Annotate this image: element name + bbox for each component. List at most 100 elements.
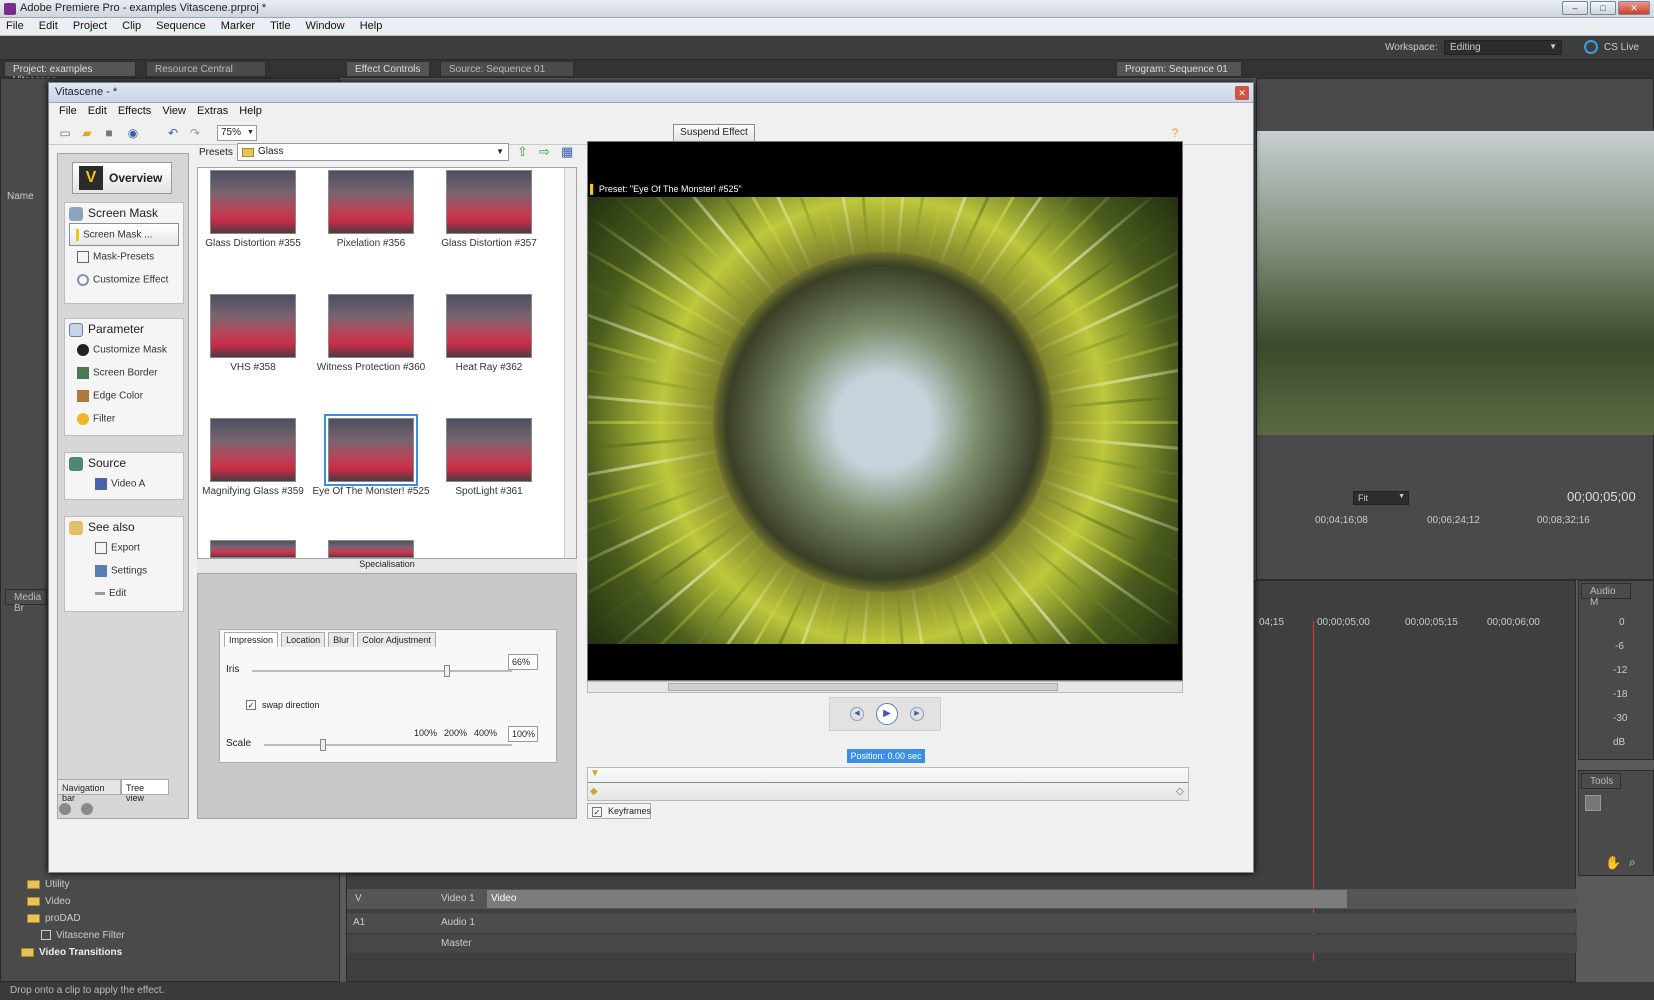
tab-tools[interactable]: Tools	[1581, 773, 1621, 789]
step-forward-icon[interactable]: ▶	[910, 707, 924, 721]
program-timecode[interactable]: 00;00;05;00	[1567, 489, 1636, 504]
see-also-header[interactable]: See also	[65, 517, 183, 537]
iris-value-field[interactable]: 66%	[508, 654, 538, 670]
close-icon[interactable]: ✕	[1618, 1, 1650, 15]
import-preset-icon[interactable]: ⇧	[517, 144, 528, 160]
preset-thumbnail[interactable]	[328, 540, 414, 558]
preset-label[interactable]: Glass Distortion #357	[429, 238, 549, 249]
dlg-menu-file[interactable]: File	[49, 103, 81, 119]
preset-thumbnail[interactable]	[210, 294, 296, 358]
export-item[interactable]: Export	[65, 537, 183, 560]
render-icon[interactable]: ◉	[125, 125, 141, 141]
tab-navigation-bar[interactable]: Navigation bar	[57, 779, 121, 803]
swap-direction-checkbox[interactable]: ✓	[246, 700, 256, 710]
edit-item[interactable]: Edit	[65, 583, 183, 606]
menu-clip[interactable]: Clip	[116, 18, 147, 34]
list-item[interactable]: proDAD	[27, 913, 81, 924]
minimize-icon[interactable]: –	[1562, 1, 1588, 15]
step-back-icon[interactable]: ◀	[850, 707, 864, 721]
name-column-header[interactable]: Name	[7, 191, 34, 202]
save-icon[interactable]: ■	[101, 125, 117, 141]
preset-label[interactable]: SpotLight #361	[429, 486, 549, 497]
selection-tool-icon[interactable]	[1585, 795, 1601, 811]
keyframe-diamond-icon[interactable]: ◆	[590, 786, 598, 797]
menu-edit[interactable]: Edit	[33, 18, 64, 34]
tab-program[interactable]: Program: Sequence 01	[1116, 61, 1242, 77]
scale-slider-track[interactable]	[264, 744, 512, 746]
video-clip[interactable]: Video	[487, 890, 1347, 908]
menu-title[interactable]: Title	[264, 18, 296, 34]
presets-scrollbar[interactable]	[564, 168, 576, 558]
dlg-menu-help[interactable]: Help	[235, 103, 266, 119]
screen-mask-button[interactable]: Screen Mask ...	[69, 223, 179, 246]
track-target-a1[interactable]: A1	[353, 917, 365, 928]
workspace-select[interactable]: Editing ▼	[1444, 40, 1562, 55]
maximize-icon[interactable]: □	[1590, 1, 1616, 15]
scale-value-field[interactable]: 100%	[508, 726, 538, 742]
preset-thumbnail-selected[interactable]	[324, 414, 418, 486]
list-item[interactable]: Vitascene Filter	[41, 930, 125, 941]
dlg-menu-effects[interactable]: Effects	[114, 103, 155, 119]
keyframes-toggle[interactable]: ✓ Keyframes	[587, 803, 651, 819]
preset-thumbnail[interactable]	[328, 170, 414, 234]
tab-tree-view[interactable]: Tree view	[121, 779, 169, 803]
filter-item[interactable]: Filter	[65, 408, 183, 431]
list-item[interactable]: Utility	[27, 879, 69, 890]
preset-thumbnail[interactable]	[210, 540, 296, 558]
suspend-effect-button[interactable]: Suspend Effect	[673, 124, 755, 142]
dlg-menu-extras[interactable]: Extras	[193, 103, 232, 119]
list-item[interactable]: Video Transitions	[21, 947, 122, 958]
fit-select[interactable]: Fit ▼	[1353, 491, 1409, 505]
list-item[interactable]: Video	[27, 896, 70, 907]
preview-scroll-thumb[interactable]	[668, 683, 1058, 691]
tab-color-adjustment[interactable]: Color Adjustment	[357, 632, 436, 647]
keyframe-end-icon[interactable]: ◇	[1176, 786, 1184, 797]
overview-button[interactable]: V Overview	[72, 162, 172, 194]
preset-thumbnail[interactable]	[328, 294, 414, 358]
menu-marker[interactable]: Marker	[215, 18, 261, 34]
menu-help[interactable]: Help	[354, 18, 389, 34]
menu-project[interactable]: Project	[67, 18, 113, 34]
tab-impression[interactable]: Impression	[224, 632, 279, 647]
tab-audio-meters[interactable]: Audio M	[1581, 583, 1631, 608]
preset-label[interactable]: Pixelation #356	[311, 238, 431, 249]
preset-thumbnail[interactable]	[210, 170, 296, 234]
grid-view-icon[interactable]: ▦	[561, 144, 573, 160]
dialog-close-icon[interactable]: ✕	[1235, 86, 1249, 100]
customize-effect-item[interactable]: Customize Effect	[65, 269, 183, 292]
preset-label[interactable]: Witness Protection #360	[311, 362, 431, 373]
keyframe-timeline[interactable]: ▼ ◆ ◇	[587, 767, 1189, 801]
help-icon[interactable]: ?	[1167, 125, 1183, 141]
preset-label[interactable]: Magnifying Glass #359	[193, 486, 313, 497]
tab-media-browser[interactable]: Media Br	[5, 589, 47, 614]
zoom-tool-icon[interactable]: ⌕	[1629, 855, 1636, 870]
menu-window[interactable]: Window	[300, 18, 351, 34]
settings-item[interactable]: Settings	[65, 560, 183, 583]
presets-category-select[interactable]: Glass ▼	[237, 143, 509, 161]
preset-thumbnail[interactable]	[446, 418, 532, 482]
cs-live-label[interactable]: CS Live	[1604, 42, 1639, 53]
tab-project[interactable]: Project: examples Vitascene	[4, 61, 136, 86]
tab-location[interactable]: Location	[281, 632, 326, 647]
hand-tool-icon[interactable]: ✋	[1605, 855, 1621, 871]
tab-blur[interactable]: Blur	[328, 632, 355, 647]
iris-slider-knob[interactable]	[444, 665, 450, 677]
preset-label[interactable]: Eye Of The Monster! #525	[311, 486, 431, 497]
preset-label[interactable]: VHS #358	[193, 362, 313, 373]
preset-label[interactable]: Glass Distortion #355	[193, 238, 313, 249]
menu-file[interactable]: File	[0, 18, 30, 34]
iris-slider-track[interactable]	[252, 670, 512, 672]
track-target-v[interactable]: V	[355, 893, 362, 904]
preview-image[interactable]	[588, 197, 1178, 644]
menu-sequence[interactable]: Sequence	[150, 18, 212, 34]
edge-color-item[interactable]: Edge Color	[65, 385, 183, 408]
preset-thumbnail[interactable]	[210, 418, 296, 482]
preset-thumbnail[interactable]	[446, 170, 532, 234]
screen-mask-header[interactable]: Screen Mask	[65, 203, 183, 223]
new-file-icon[interactable]: ▭	[57, 125, 73, 141]
play-icon[interactable]: ▶	[876, 703, 898, 725]
customize-mask-item[interactable]: Customize Mask	[65, 339, 183, 362]
export-preset-icon[interactable]: ⇨	[539, 144, 550, 160]
playhead[interactable]	[1313, 621, 1314, 961]
cs-live-icon[interactable]	[1584, 40, 1598, 54]
